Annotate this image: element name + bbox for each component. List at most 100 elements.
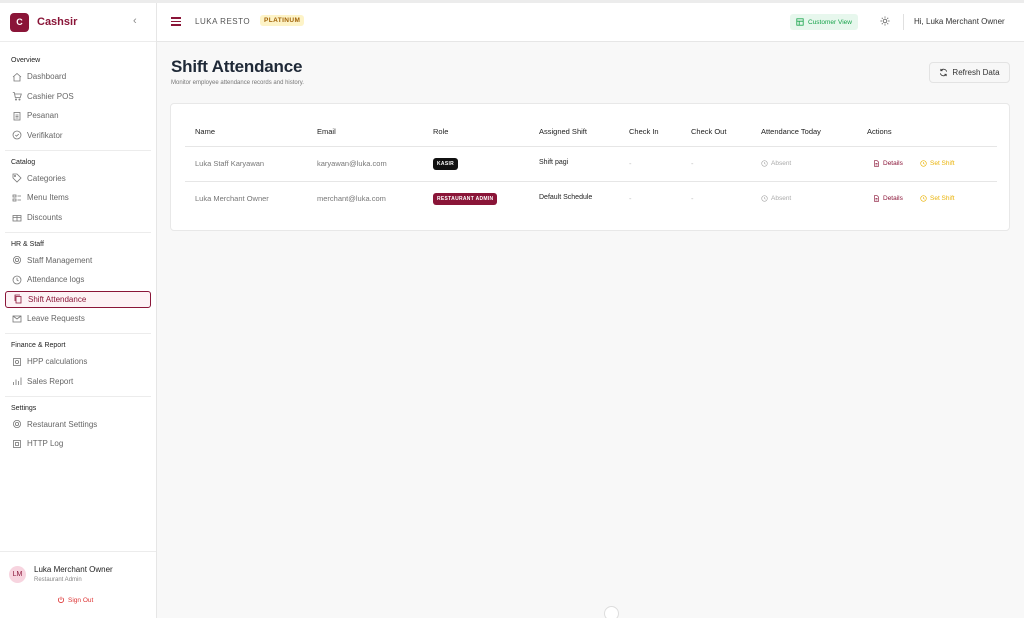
- copy-icon: [12, 294, 23, 305]
- refresh-label: Refresh Data: [952, 68, 1000, 77]
- customer-view-button[interactable]: Customer View: [790, 14, 858, 30]
- plan-badge: PLATINUM: [260, 15, 305, 26]
- hamburger-menu-icon[interactable]: [171, 17, 181, 26]
- sign-out-label: Sign Out: [68, 596, 94, 604]
- row-divider: [185, 146, 997, 147]
- gift-icon: [12, 215, 21, 222]
- sidebar-divider: [5, 395, 151, 397]
- document-icon: [874, 195, 879, 202]
- user-greeting[interactable]: Hi, Luka Merchant Owner: [914, 17, 1005, 26]
- column-header: Check Out: [691, 127, 727, 136]
- assigned-shift: Shift pagi: [539, 159, 569, 166]
- column-header: Email: [317, 127, 336, 136]
- set-shift-button[interactable]: Set Shift: [920, 195, 955, 202]
- sidebar-item-pesanan[interactable]: Pesanan: [5, 107, 151, 124]
- sidebar-divider: [5, 149, 151, 151]
- sign-out-button[interactable]: Sign Out: [57, 596, 93, 604]
- gift-icon: [11, 212, 22, 223]
- sidebar-item-label: Shift Attendance: [28, 294, 87, 304]
- sidebar-item-label: Cashier POS: [27, 91, 74, 101]
- user-role: Restaurant Admin: [34, 577, 82, 583]
- avatar: LM: [9, 566, 26, 583]
- gear-icon: [11, 419, 22, 430]
- restaurant-name: LUKA RESTO: [195, 17, 251, 26]
- sidebar-item-cashier-pos[interactable]: Cashier POS: [5, 88, 151, 105]
- sidebar-item-categories[interactable]: Categories: [5, 170, 151, 187]
- collapse-sidebar-icon[interactable]: ‹: [133, 15, 137, 27]
- refresh-data-button[interactable]: Refresh Data: [929, 62, 1010, 83]
- sidebar-item-hpp-calculations[interactable]: HPP calculations: [5, 353, 151, 370]
- brand-name: Cashsir: [37, 16, 78, 28]
- sidebar-item-restaurant-settings[interactable]: Restaurant Settings: [5, 416, 151, 433]
- column-header: Actions: [867, 127, 892, 136]
- chip-icon: [11, 438, 22, 449]
- assigned-shift: Default Schedule: [539, 194, 593, 201]
- sidebar-item-sales-report[interactable]: Sales Report: [5, 373, 151, 390]
- scroll-indicator: [604, 606, 619, 618]
- user-name: Luka Merchant Owner: [34, 565, 113, 574]
- gear-icon: [11, 255, 22, 266]
- set-shift-button[interactable]: Set Shift: [920, 160, 955, 167]
- column-header: Check In: [629, 127, 659, 136]
- home-icon: [11, 71, 22, 82]
- row-divider: [185, 181, 997, 182]
- sidebar-divider: [5, 231, 151, 233]
- employee-email: karyawan@luka.com: [317, 159, 387, 168]
- sidebar-item-label: Menu Items: [27, 193, 69, 202]
- sidebar-item-label: Attendance logs: [27, 275, 85, 284]
- clock-icon: [920, 160, 927, 167]
- column-header: Assigned Shift: [539, 127, 587, 136]
- check-out-value: -: [691, 159, 694, 168]
- clock-icon: [761, 160, 768, 167]
- power-icon: [57, 596, 65, 603]
- sun-icon[interactable]: [880, 16, 890, 26]
- sidebar-item-attendance-logs[interactable]: Attendance logs: [5, 271, 151, 288]
- calculator-icon: [12, 357, 21, 366]
- sidebar-section-title: Settings: [11, 404, 37, 412]
- chip-icon: [12, 439, 21, 448]
- clock-icon: [920, 195, 927, 202]
- home-icon: [12, 72, 21, 81]
- sidebar-item-label: Categories: [27, 173, 66, 183]
- menu-icon: [12, 194, 21, 201]
- sidebar-item-label: HTTP Log: [27, 439, 64, 448]
- set-shift-label: Set Shift: [930, 195, 955, 202]
- clipboard-icon: [13, 111, 20, 120]
- page-subtitle: Monitor employee attendance records and …: [171, 80, 304, 86]
- sidebar-item-menu-items[interactable]: Menu Items: [5, 189, 151, 206]
- sidebar-item-label: Dashboard: [27, 72, 67, 81]
- role-badge: KASIR: [433, 158, 459, 170]
- sidebar-divider: [5, 333, 151, 334]
- attendance-label: Absent: [771, 195, 792, 202]
- menu-icon: [11, 192, 22, 203]
- clock-icon: [12, 275, 21, 284]
- sidebar-item-label: Staff Management: [27, 255, 93, 265]
- sidebar-item-discounts[interactable]: Discounts: [5, 209, 151, 226]
- sidebar-item-verifikator[interactable]: Verifikator: [5, 127, 151, 144]
- column-header: Role: [433, 127, 449, 136]
- sidebar-section-title: Overview: [11, 57, 41, 64]
- sidebar-nav: Overview Dashboard Cashier POS Pesanan Verif…: [0, 57, 156, 452]
- clock-icon: [761, 195, 768, 202]
- sidebar-item-staff-management[interactable]: Staff Management: [5, 252, 151, 269]
- check-out-value: -: [691, 194, 694, 203]
- sidebar-item-label: HPP calculations: [27, 357, 88, 366]
- sidebar-item-shift-attendance[interactable]: Shift Attendance: [5, 290, 151, 308]
- check-in-value: -: [629, 159, 632, 168]
- user-box: LM Luka Merchant Owner Restaurant Admin …: [0, 551, 156, 618]
- employee-name: Luka Merchant Owner: [195, 194, 269, 203]
- sidebar-item-dashboard[interactable]: Dashboard: [5, 68, 151, 85]
- attendance-status: Absent: [761, 195, 791, 202]
- header-divider: [903, 14, 904, 30]
- document-icon: [874, 160, 879, 167]
- copy-icon: [14, 294, 21, 304]
- sidebar-item-label: Restaurant Settings: [27, 419, 98, 429]
- employee-name: Luka Staff Karyawan: [195, 159, 265, 168]
- sidebar-item-leave-requests[interactable]: Leave Requests: [5, 310, 151, 327]
- details-button[interactable]: Details: [873, 195, 903, 202]
- check-circle-icon: [12, 130, 21, 140]
- gear-icon: [12, 420, 21, 428]
- sidebar-item-label: Pesanan: [27, 111, 59, 120]
- details-button[interactable]: Details: [873, 160, 903, 167]
- sidebar-item-http-log[interactable]: HTTP Log: [5, 435, 151, 452]
